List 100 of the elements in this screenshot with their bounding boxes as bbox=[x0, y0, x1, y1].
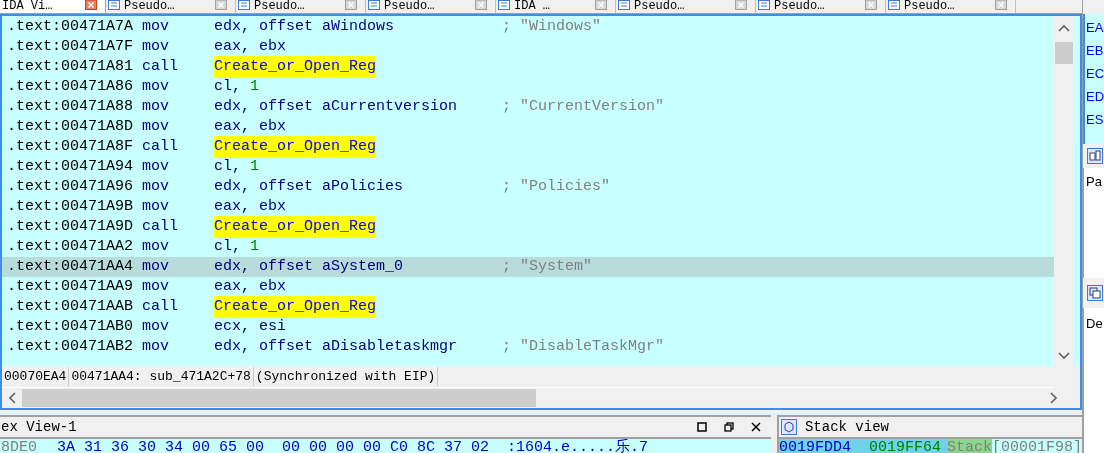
tab[interactable]: Pseudo… bbox=[756, 0, 886, 13]
tab[interactable]: Pseudo… bbox=[366, 0, 496, 13]
maximize-icon[interactable] bbox=[696, 422, 707, 432]
listing-row[interactable]: .text:00471A7A mov edx, offset aWindows ; "Windows" bbox=[2, 17, 1054, 37]
operand: eax, ebx bbox=[214, 196, 287, 217]
address: .text:00471A94 bbox=[6, 156, 135, 177]
address: .text:00471AB0 bbox=[6, 316, 135, 337]
address: .text:00471A9B bbox=[6, 196, 135, 217]
address: .text:00471A88 bbox=[6, 96, 135, 117]
mnemonic: mov bbox=[142, 16, 170, 37]
operand: cl, 1 bbox=[214, 236, 261, 257]
tab[interactable]: IDA … bbox=[496, 0, 616, 13]
listing-row[interactable]: .text:00471AAB call Create_or_Open_Reg bbox=[2, 297, 1054, 317]
operand: edx, offset aCurrentversion bbox=[214, 96, 459, 117]
document-icon bbox=[108, 0, 120, 10]
mnemonic: mov bbox=[142, 76, 170, 97]
listing-row[interactable]: .text:00471A81 call Create_or_Open_Reg bbox=[2, 57, 1054, 77]
address: .text:00471A8F bbox=[6, 136, 135, 157]
comment: ; "Policies" bbox=[502, 176, 611, 197]
windows-icon[interactable] bbox=[1087, 285, 1103, 301]
address: .text:00471AAB bbox=[6, 296, 135, 317]
operand: eax, ebx bbox=[214, 36, 287, 57]
call-target[interactable]: Create_or_Open_Reg bbox=[214, 295, 377, 319]
listing-row[interactable]: .text:00471A9D call Create_or_Open_Reg bbox=[2, 217, 1054, 237]
panel-icon[interactable] bbox=[1087, 148, 1103, 164]
address: .text:00471A8D bbox=[6, 116, 135, 137]
mnemonic: mov bbox=[142, 176, 170, 197]
scroll-down-icon[interactable] bbox=[1058, 352, 1070, 360]
address: .text:00471AA9 bbox=[6, 276, 135, 297]
restore-icon[interactable] bbox=[723, 422, 734, 432]
mnemonic: call bbox=[142, 136, 179, 157]
mnemonic: mov bbox=[142, 36, 170, 57]
listing-row[interactable]: .text:00471A86 mov cl, 1 bbox=[2, 77, 1054, 97]
listing-row[interactable]: .text:00471AB0 mov ecx, esi bbox=[2, 317, 1054, 337]
panel-title: ex View-1 bbox=[1, 417, 77, 437]
operand: edx, offset aPolicies bbox=[214, 176, 405, 197]
mnemonic: mov bbox=[142, 96, 170, 117]
listing-row[interactable]: .text:00471AB2 mov edx, offset aDisabletaskmgr ; "DisableTaskMgr" bbox=[2, 337, 1054, 357]
document-icon bbox=[498, 0, 510, 10]
address: .text:00471A7F bbox=[6, 36, 135, 57]
document-icon bbox=[238, 0, 250, 10]
mnemonic: mov bbox=[142, 276, 170, 297]
mnemonic: mov bbox=[142, 316, 170, 337]
scroll-right-icon[interactable] bbox=[1050, 392, 1058, 404]
comment: ; "Windows" bbox=[502, 16, 602, 37]
call-target[interactable]: Create_or_Open_Reg bbox=[214, 215, 377, 239]
address: .text:00471AA2 bbox=[6, 236, 135, 257]
close-icon[interactable] bbox=[750, 422, 761, 432]
operand: cl, 1 bbox=[214, 156, 261, 177]
mnemonic: mov bbox=[142, 336, 170, 357]
hex-address: 8DE0 bbox=[1, 439, 37, 453]
listing-row[interactable]: .text:00471AA4 mov edx, offset aSystem_0 ; "System" bbox=[2, 257, 1054, 277]
register-name: ED bbox=[1086, 88, 1104, 106]
operand: ecx, esi bbox=[214, 316, 287, 337]
listing-row[interactable]: .text:00471AA2 mov cl, 1 bbox=[2, 237, 1054, 257]
call-target[interactable]: Create_or_Open_Reg bbox=[214, 135, 377, 159]
register-name: EB bbox=[1086, 42, 1104, 60]
tab[interactable]: Pseudo… bbox=[236, 0, 366, 13]
panel-label: Pa bbox=[1086, 173, 1103, 191]
listing-row[interactable]: .text:00471A7F mov eax, ebx bbox=[2, 37, 1054, 57]
document-icon bbox=[888, 0, 900, 10]
listing-row[interactable]: .text:00471AA9 mov eax, ebx bbox=[2, 277, 1054, 297]
scrollbar-thumb[interactable] bbox=[1055, 42, 1073, 64]
operand: edx, offset aDisabletaskmgr bbox=[214, 336, 459, 357]
register-name: ES bbox=[1086, 111, 1104, 129]
address: .text:00471A81 bbox=[6, 56, 135, 77]
hex-ascii: :1604.e.....乐.7 bbox=[507, 439, 649, 453]
listing-row[interactable]: .text:00471A8F call Create_or_Open_Reg bbox=[2, 137, 1054, 157]
hex-bytes: 3A 31 36 30 34 00 65 00 00 00 00 00 C0 8C 37 02 bbox=[57, 439, 490, 453]
listing-row[interactable]: .text:00471A94 mov cl, 1 bbox=[2, 157, 1054, 177]
scroll-left-icon[interactable] bbox=[8, 392, 16, 404]
mnemonic: mov bbox=[142, 196, 170, 217]
mnemonic: call bbox=[142, 216, 179, 237]
listing-row[interactable]: .text:00471A9B mov eax, ebx bbox=[2, 197, 1054, 217]
listing-row[interactable]: .text:00471A88 mov edx, offset aCurrentversion ; "CurrentVersion" bbox=[2, 97, 1054, 117]
stack-address: 0019FDD4 bbox=[778, 439, 851, 453]
tab[interactable]: Pseudo… bbox=[106, 0, 236, 13]
status-field: 00070EA4 bbox=[2, 366, 70, 387]
panel-title: Stack view bbox=[804, 417, 889, 437]
call-target[interactable]: Create_or_Open_Reg bbox=[214, 55, 377, 79]
scroll-up-icon[interactable] bbox=[1058, 24, 1070, 32]
operand: edx, offset aSystem_0 bbox=[214, 256, 405, 277]
panel-label: De bbox=[1086, 315, 1104, 333]
comment: ; "CurrentVersion" bbox=[502, 96, 665, 117]
tab[interactable]: Pseudo… bbox=[886, 0, 1016, 13]
mnemonic: call bbox=[142, 56, 179, 77]
register-name: EA bbox=[1086, 19, 1104, 37]
operand: eax, ebx bbox=[214, 276, 287, 297]
address: .text:00471A96 bbox=[6, 176, 135, 197]
listing-row[interactable]: .text:00471A96 mov edx, offset aPolicies ; "Policies" bbox=[2, 177, 1054, 197]
mnemonic: call bbox=[142, 296, 179, 317]
address: .text:00471A7A bbox=[6, 16, 135, 37]
comment: ; "DisableTaskMgr" bbox=[502, 336, 665, 357]
address: .text:00471A86 bbox=[6, 76, 135, 97]
tab[interactable]: IDA Vi… bbox=[0, 0, 106, 13]
mnemonic: mov bbox=[142, 156, 170, 177]
listing-row[interactable]: .text:00471A8D mov eax, ebx bbox=[2, 117, 1054, 137]
tab[interactable]: Pseudo… bbox=[616, 0, 756, 13]
document-icon bbox=[618, 0, 630, 10]
scrollbar-thumb[interactable] bbox=[22, 389, 536, 407]
